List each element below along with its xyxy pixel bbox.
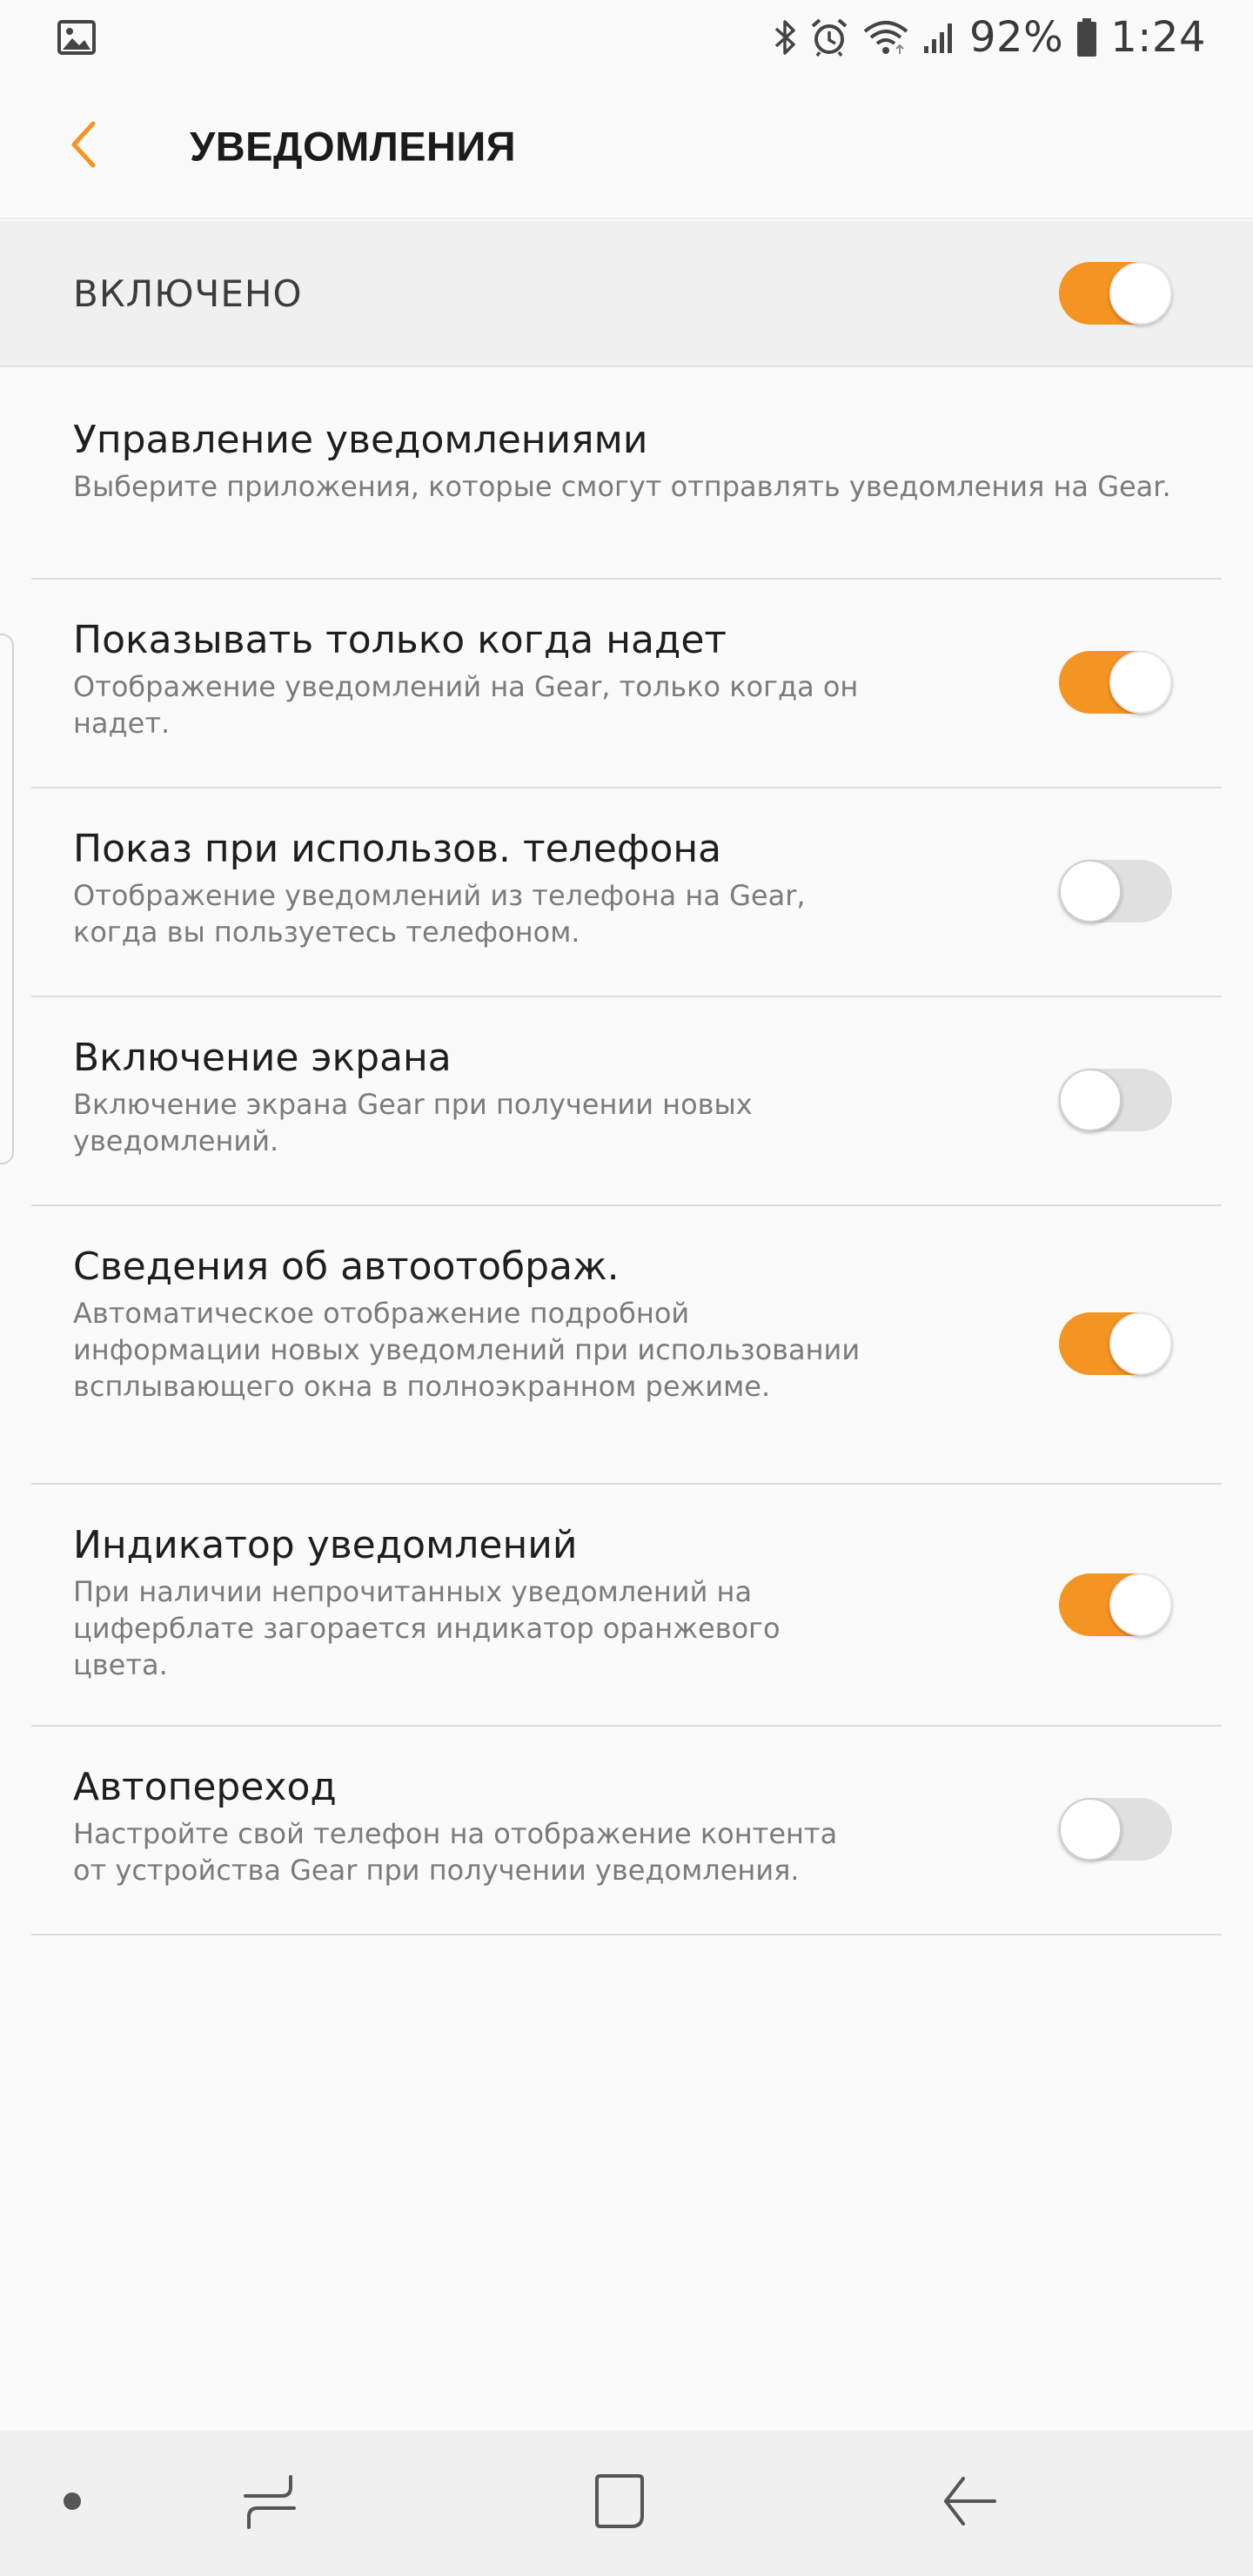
alarm-icon	[809, 17, 849, 57]
list-item-title: Показывать только когда надет	[73, 618, 727, 662]
back-button[interactable]	[54, 116, 115, 177]
list-item-title: Включение экрана	[73, 1036, 452, 1080]
bluetooth-icon	[773, 18, 797, 57]
status-left	[57, 20, 96, 55]
navigation-bar	[0, 2430, 1253, 2576]
list-item-title: Автопереход	[73, 1765, 337, 1809]
screen-on-toggle[interactable]	[1059, 1069, 1172, 1131]
list-item-notification-indicator[interactable]: Индикатор уведомлений При наличии непроч…	[0, 1483, 1253, 1727]
list-item-title: Сведения об автоотображ.	[73, 1244, 620, 1289]
list-item-auto-show-details[interactable]: Сведения об автоотображ. Автоматическое …	[0, 1204, 1253, 1485]
back-nav-button[interactable]	[936, 2468, 1006, 2538]
list-item-subtitle: Настройте свой телефон на отображение ко…	[73, 1817, 838, 1887]
home-button[interactable]	[585, 2468, 654, 2538]
show-while-using-phone-toggle[interactable]	[1059, 860, 1172, 922]
battery-percent: 92%	[969, 13, 1064, 62]
auto-show-details-toggle[interactable]	[1059, 1312, 1172, 1375]
toggle-knob	[1059, 860, 1122, 922]
recents-icon	[242, 2473, 298, 2533]
list-item-title: Показ при использов. телефона	[73, 827, 722, 871]
list-item-screen-on[interactable]: Включение экрана Включение экрана Gear п…	[0, 996, 1253, 1206]
toggle-knob	[1109, 262, 1172, 325]
list-item-subtitle: При наличии непрочитанных уведомлений на…	[73, 1575, 781, 1681]
app-header: УВЕДОМЛЕНИЯ	[0, 75, 1253, 219]
image-icon	[57, 20, 96, 55]
toggle-knob	[1109, 651, 1172, 714]
status-right: 92% 1:24	[773, 13, 1206, 62]
toggle-knob	[1059, 1069, 1122, 1131]
list-item-subtitle: Отображение уведомлений из телефона на G…	[73, 879, 806, 949]
dot-icon	[63, 2492, 82, 2515]
master-toggle[interactable]	[1059, 262, 1172, 325]
clock-time: 1:24	[1110, 13, 1206, 62]
list-item-subtitle: Включение экрана Gear при получении новы…	[73, 1088, 753, 1157]
signal-icon	[922, 20, 957, 55]
settings-list: Управление уведомлениями Выберите прилож…	[0, 369, 1253, 1935]
page-title: УВЕДОМЛЕНИЯ	[190, 123, 517, 170]
list-item-subtitle: Отображение уведомлений на Gear, только …	[73, 670, 859, 740]
toggle-knob	[1109, 1312, 1172, 1375]
back-icon	[942, 2473, 1000, 2533]
toggle-knob	[1059, 1798, 1122, 1861]
list-item-show-while-using-phone[interactable]: Показ при использов. телефона Отображени…	[0, 787, 1253, 997]
auto-transition-toggle[interactable]	[1059, 1798, 1172, 1861]
list-item-title: Индикатор уведомлений	[73, 1523, 578, 1567]
chevron-left-icon	[67, 118, 102, 175]
master-switch-row[interactable]: ВКЛЮЧЕНО	[0, 221, 1253, 367]
list-item-subtitle: Автоматическое отображение подробной инф…	[73, 1297, 861, 1403]
list-item-title: Управление уведомлениями	[73, 418, 648, 462]
status-bar: 92% 1:24	[0, 0, 1253, 75]
list-item-auto-transition[interactable]: Автопереход Настройте свой телефон на от…	[0, 1725, 1253, 1935]
wifi-icon	[861, 19, 910, 56]
home-icon	[592, 2472, 647, 2534]
nav-dot-button[interactable]	[52, 2483, 92, 2523]
recents-button[interactable]	[235, 2468, 305, 2538]
show-when-worn-toggle[interactable]	[1059, 651, 1172, 714]
master-switch-label: ВКЛЮЧЕНО	[73, 272, 303, 315]
list-item-subtitle: Выберите приложения, которые смогут отпр…	[73, 470, 1171, 503]
divider	[31, 1934, 1222, 1935]
notification-indicator-toggle[interactable]	[1059, 1573, 1172, 1636]
battery-icon	[1075, 17, 1098, 57]
toggle-knob	[1109, 1573, 1172, 1636]
list-item-show-when-worn[interactable]: Показывать только когда надет Отображени…	[0, 578, 1253, 788]
list-item-manage-notifications[interactable]: Управление уведомлениями Выберите прилож…	[0, 369, 1253, 580]
